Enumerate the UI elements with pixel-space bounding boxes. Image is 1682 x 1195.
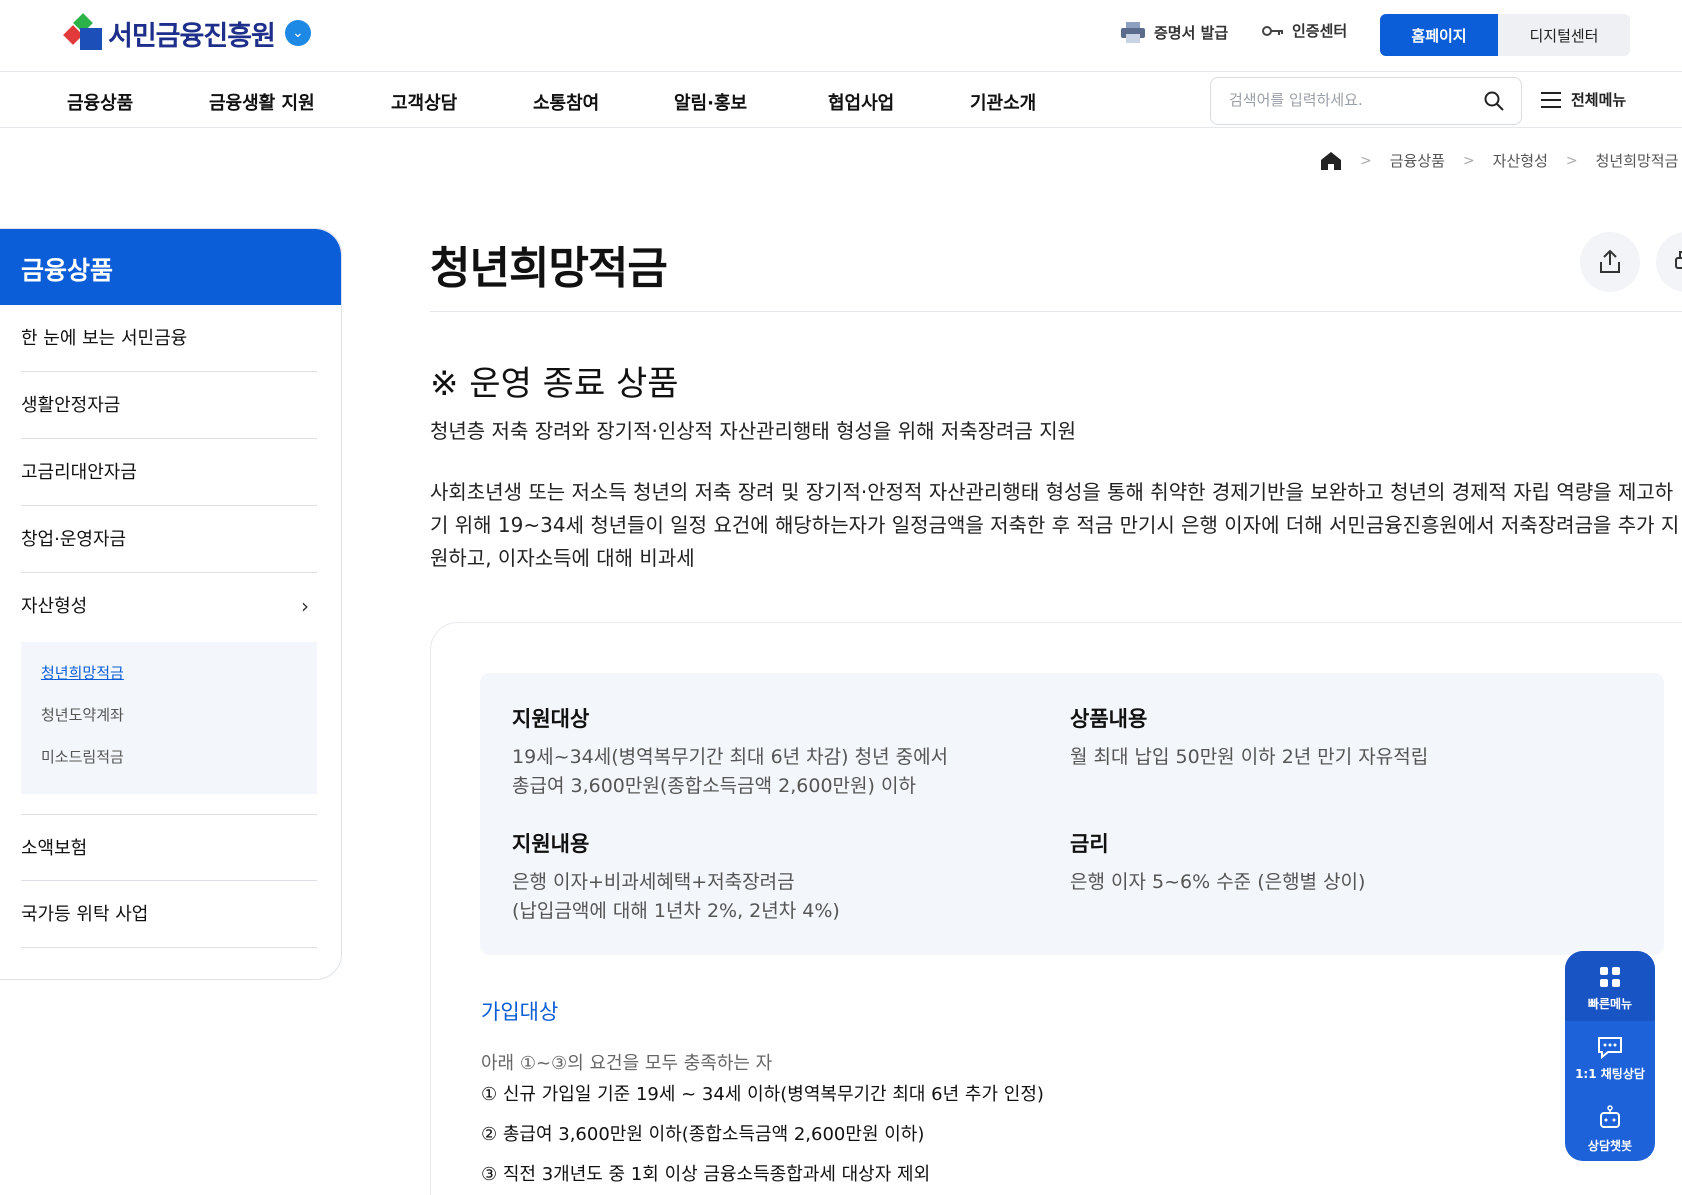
- global-nav: 금융상품 금융생활 지원 고객상담 소통참여 알림·홍보 협업사업 기관소개 전…: [0, 73, 1682, 128]
- sidebar-item-label: 고금리대안자금: [21, 462, 137, 483]
- all-menu-label: 전체메뉴: [1571, 91, 1627, 109]
- cert-issue-link[interactable]: 증명서 발급: [1120, 20, 1228, 44]
- breadcrumb-chevron-icon: >: [1565, 152, 1578, 169]
- interest-rate-text: 은행 이자 5~6% 수준 (은행별 상이): [1070, 871, 1366, 893]
- chat-bubble-icon: [1598, 1037, 1622, 1059]
- chatbot-label: 상담챗봇: [1587, 1139, 1633, 1153]
- breadcrumb-chevron-icon: >: [1360, 152, 1372, 169]
- quick-menu: 빠른메뉴 1:1 채팅상담 상담챗봇: [1565, 951, 1655, 1161]
- gnb-item-consulting[interactable]: 고객상담: [391, 89, 457, 115]
- sidebar-title: 금융상품: [0, 229, 341, 305]
- gnb-item-cooperation[interactable]: 협업사업: [828, 89, 894, 115]
- search-input[interactable]: [1229, 91, 1469, 109]
- home-icon[interactable]: [1320, 151, 1342, 171]
- sidebar-item-label: 국가등 위탁 사업: [21, 904, 149, 925]
- sidebar-item-label: 창업·운영자금: [21, 529, 127, 550]
- printer-icon: [1675, 251, 1682, 269]
- all-menu-button[interactable]: 전체메뉴: [1541, 89, 1626, 110]
- breadcrumb-item[interactable]: 청년희망적금: [1596, 150, 1679, 171]
- eligibility-item: ① 신규 가입일 기준 19세 ~ 34세 이하(병역복무기간 최대 6년 추가…: [481, 1084, 1044, 1105]
- product-description: 사회초년생 또는 저소득 청년의 저축 장려 및 장기적·안정적 자산관리행태 …: [430, 480, 1680, 570]
- support-content-line: (납입금액에 대해 1년차 2%, 2년차 4%): [512, 900, 840, 922]
- auth-center-link[interactable]: 인증센터: [1262, 20, 1347, 41]
- breadcrumb: > 금융상품 > 자산형성 > 청년희망적금: [1320, 150, 1678, 171]
- quick-menu-label: 빠른메뉴: [1587, 997, 1633, 1011]
- sidebar: 금융상품 한 눈에 보는 서민금융 생활안정자금 고금리대안자금 창업·운영자금…: [0, 228, 342, 980]
- sidebar-item-label: 소액보험: [21, 838, 88, 859]
- title-divider: [430, 311, 1682, 312]
- share-button[interactable]: [1580, 232, 1640, 292]
- support-content-heading: 지원내용: [512, 832, 590, 856]
- breadcrumb-item[interactable]: 자산형성: [1493, 150, 1548, 171]
- share-icon: [1600, 249, 1620, 273]
- sidebar-item-label: 자산형성: [21, 596, 88, 617]
- eligibility-item: ② 총급여 3,600만원 이하(종합소득금액 2,600만원 이하): [481, 1124, 925, 1145]
- breadcrumb-item[interactable]: 금융상품: [1390, 150, 1445, 171]
- eligibility-item: ③ 직전 3개년도 중 1회 이상 금융소득종합과세 대상자 제외: [481, 1164, 931, 1185]
- sidebar-item-asset-building[interactable]: 자산형성 ›: [21, 573, 317, 640]
- submenu-item-youth-leap-account[interactable]: 청년도약계좌: [41, 704, 124, 725]
- robot-icon: [1600, 1105, 1620, 1128]
- page-title: 청년희망적금: [430, 243, 668, 294]
- auth-center-label: 인증센터: [1292, 22, 1348, 40]
- product-content-heading: 상품내용: [1070, 707, 1148, 731]
- hamburger-icon: [1541, 91, 1561, 108]
- chevron-down-icon[interactable]: ⌄: [284, 20, 311, 46]
- gnb-item-life-support[interactable]: 금융생활 지원: [209, 89, 315, 115]
- print-button[interactable]: [1656, 232, 1682, 292]
- gnb-item-news[interactable]: 알림·홍보: [674, 89, 747, 115]
- breadcrumb-chevron-icon: >: [1462, 152, 1475, 169]
- gnb-item-participation[interactable]: 소통참여: [533, 89, 599, 115]
- chevron-right-icon: ›: [301, 594, 309, 618]
- interest-rate-heading: 금리: [1070, 832, 1109, 856]
- printer-icon: [1121, 22, 1145, 43]
- product-summary: 청년층 저축 장려와 장기적·인상적 자산관리행태 형성을 위해 저축장려금 지…: [430, 419, 1077, 443]
- quick-menu-button[interactable]: 빠른메뉴: [1565, 951, 1655, 1021]
- submenu-item-miso-dream-savings[interactable]: 미소드림적금: [41, 746, 124, 767]
- gnb-item-products[interactable]: 금융상품: [67, 89, 133, 115]
- gnb-item-about[interactable]: 기관소개: [970, 89, 1036, 115]
- chat-consult-button[interactable]: 1:1 채팅상담: [1565, 1021, 1655, 1091]
- key-icon: [1262, 25, 1283, 36]
- product-content-text: 월 최대 납입 50만원 이하 2년 만기 자유적립: [1070, 746, 1429, 768]
- closed-product-notice: ※ 운영 종료 상품: [430, 364, 679, 404]
- grid-icon: [1600, 967, 1620, 987]
- support-target-text: 19세~34세(병역복무기간 최대 6년 차감) 청년 중에서 총급여 3,60…: [512, 743, 948, 801]
- eligibility-lead: 아래 ①~③의 요건을 모두 충족하는 자: [481, 1053, 773, 1074]
- sidebar-item-label: 생활안정자금: [21, 395, 121, 416]
- sidebar-item-consignment[interactable]: 국가등 위탁 사업: [21, 881, 317, 948]
- support-content-line: 은행 이자+비과세혜택+저축장려금: [512, 871, 795, 893]
- homepage-button[interactable]: 홈페이지: [1380, 14, 1498, 56]
- search-icon[interactable]: [1483, 90, 1505, 112]
- cert-issue-label: 증명서 발급: [1154, 23, 1229, 42]
- sidebar-item-overview[interactable]: 한 눈에 보는 서민금융: [21, 305, 317, 372]
- top-header: 서민금융진흥원 ⌄ 증명서 발급 인증센터 홈페이지 디지털센터: [0, 0, 1682, 72]
- sidebar-item-startup-fund[interactable]: 창업·운영자금: [21, 506, 317, 573]
- support-target-line: 총급여 3,600만원(종합소득금액 2,600만원) 이하: [512, 775, 916, 797]
- sidebar-item-micro-insurance[interactable]: 소액보험: [21, 814, 317, 881]
- search-box: [1210, 77, 1522, 125]
- sidebar-submenu: 청년희망적금 청년도약계좌 미소드림적금: [21, 642, 317, 794]
- logo-text: 서민금융진흥원: [108, 20, 276, 52]
- sidebar-item-high-interest-alt[interactable]: 고금리대안자금: [21, 439, 317, 506]
- sidebar-item-living-fund[interactable]: 생활안정자금: [21, 372, 317, 439]
- digital-center-button[interactable]: 디지털센터: [1498, 14, 1630, 56]
- site-logo[interactable]: 서민금융진흥원 ⌄: [63, 10, 311, 56]
- chatbot-button[interactable]: 상담챗봇: [1565, 1091, 1655, 1161]
- support-content-text: 은행 이자+비과세혜택+저축장려금 (납입금액에 대해 1년차 2%, 2년차 …: [512, 868, 840, 926]
- submenu-item-youth-hope-savings[interactable]: 청년희망적금: [41, 662, 124, 683]
- logo-mark-icon: [63, 13, 104, 52]
- support-target-heading: 지원대상: [512, 707, 590, 731]
- eligibility-heading: 가입대상: [481, 1000, 559, 1024]
- support-target-line: 19세~34세(병역복무기간 최대 6년 차감) 청년 중에서: [512, 746, 949, 768]
- sidebar-item-label: 한 눈에 보는 서민금융: [21, 328, 188, 349]
- chat-consult-label: 1:1 채팅상담: [1575, 1067, 1645, 1081]
- product-info-box: 지원대상 19세~34세(병역복무기간 최대 6년 차감) 청년 중에서 총급여…: [480, 673, 1664, 955]
